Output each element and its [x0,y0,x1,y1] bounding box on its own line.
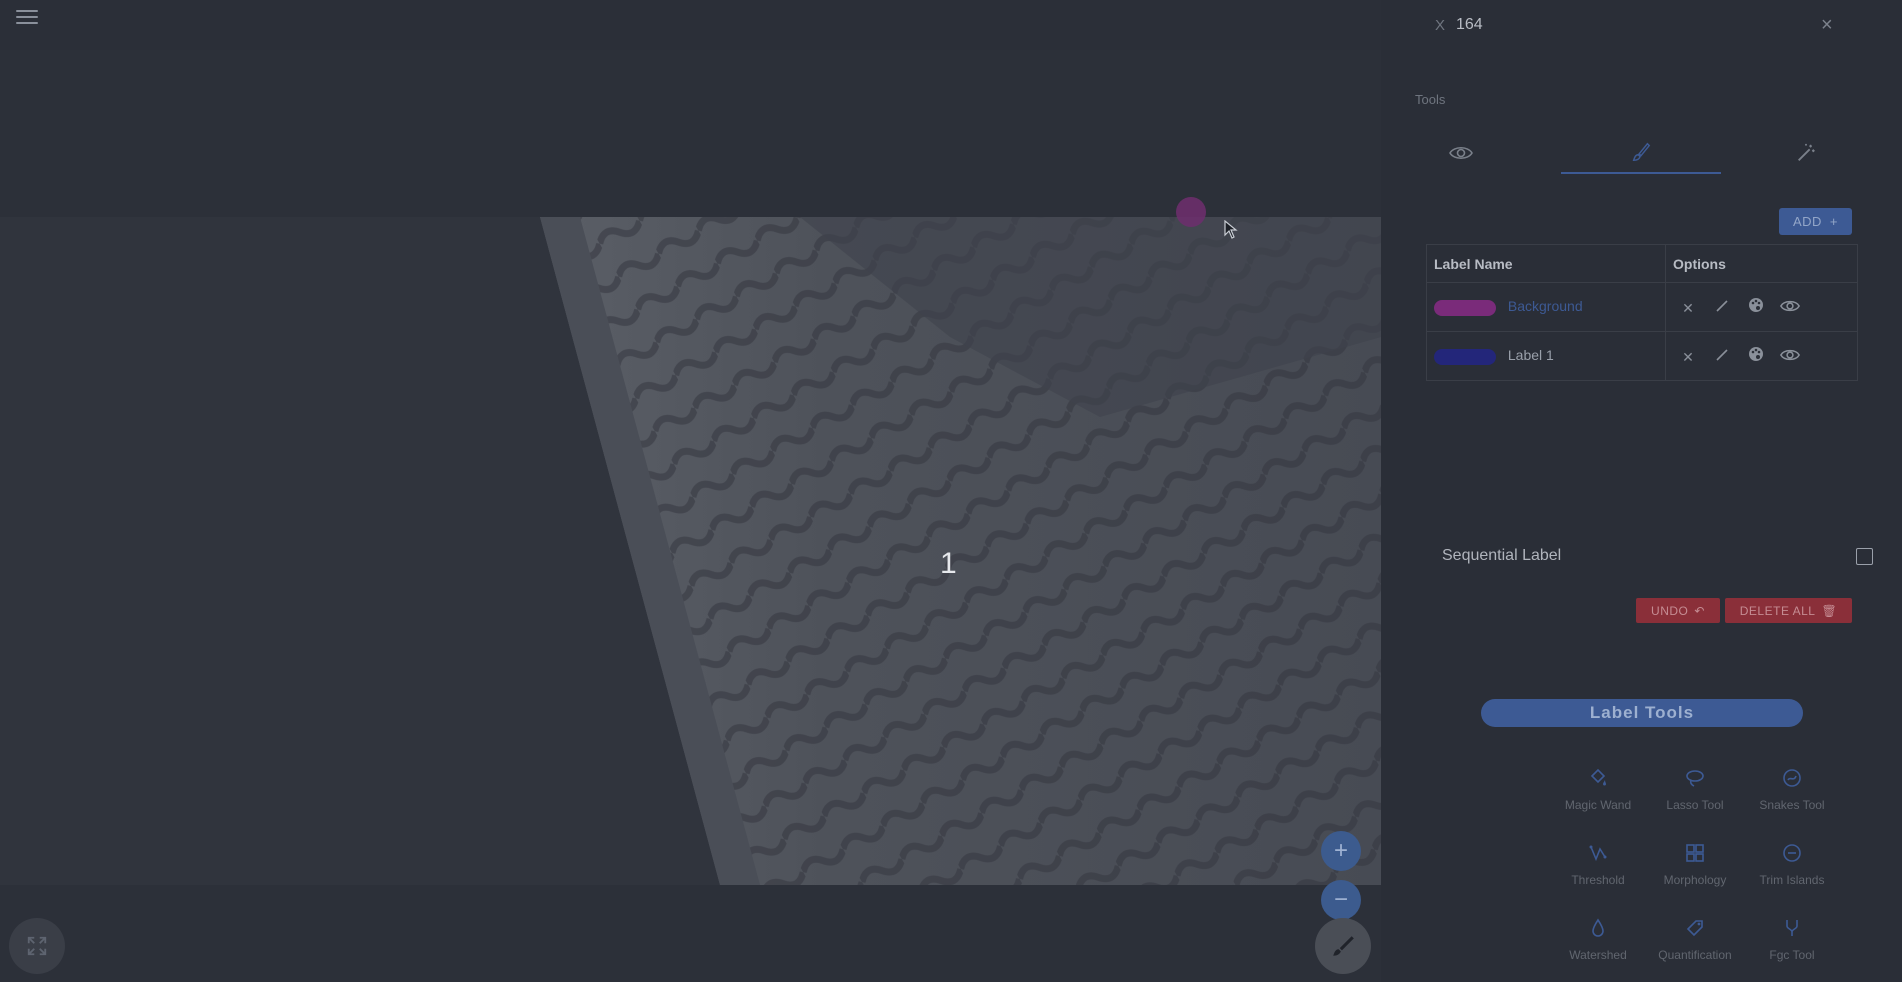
add-label-text: ADD [1792,214,1822,229]
minus-icon: − [1333,886,1348,913]
tab-magic[interactable] [1726,132,1886,174]
image-texture [0,217,1381,885]
zoom-in-button[interactable]: + [1321,831,1361,871]
hamburger-icon[interactable] [16,10,38,24]
table-row[interactable]: Label 1 ✕ [1426,331,1858,381]
tool-snakes[interactable]: Snakes Tool [1742,765,1842,812]
tool-fgc[interactable]: Fgc Tool [1742,915,1842,962]
tool-watershed[interactable]: Watershed [1548,915,1648,962]
column-header-label-name: Label Name [1426,244,1666,283]
panel-header: X 164 × [1381,0,1902,55]
trash-icon: 🗑 [1821,603,1838,618]
label-name-cell: Background [1426,282,1666,332]
label-name-cell: Label 1 [1426,331,1666,381]
x-coordinate-label: X [1435,17,1446,34]
tools-panel: X 164 × Tools ADD + Label Name Options B… [1381,0,1902,982]
palette-icon[interactable] [1741,297,1771,313]
edit-label-icon[interactable] [1707,348,1737,362]
eye-icon [1449,146,1473,160]
palette-icon[interactable] [1741,346,1771,362]
tab-brush[interactable] [1561,132,1721,174]
x-coordinate-value: 164 [1456,16,1483,33]
tool-threshold[interactable]: Threshold [1548,840,1648,887]
delete-label-icon[interactable]: ✕ [1673,349,1703,366]
undo-text: UNDO [1651,603,1689,618]
labels-table: Label Name Options Background ✕ Label 1 … [1426,244,1858,381]
tool-morphology[interactable]: Morphology [1645,840,1745,887]
threshold-icon [1548,840,1648,866]
add-label-button[interactable]: ADD + [1779,208,1852,235]
sequential-label-checkbox[interactable] [1856,548,1873,565]
label-options-cell: ✕ [1665,331,1858,381]
brush-icon [1632,142,1651,161]
image-viewport[interactable]: 1 [0,217,1381,885]
tab-view[interactable] [1381,132,1541,174]
delete-label-icon[interactable]: ✕ [1673,300,1703,317]
plus-icon: + [1829,214,1839,229]
canvas-area[interactable]: 1 + − [0,50,1381,982]
delete-all-text: DELETE ALL [1739,603,1816,618]
sequential-label-text: Sequential Label [1442,547,1562,564]
label-name[interactable]: Label 1 [1508,347,1554,363]
snake-icon [1742,765,1842,791]
trim-icon [1742,840,1842,866]
magic-wand-icon [1798,143,1815,161]
mouse-pointer-icon [1224,219,1238,245]
tool-label: Morphology [1663,873,1727,887]
brush-cursor [1176,197,1206,227]
tool-magic-wand[interactable]: Magic Wand [1548,765,1648,812]
morphology-icon [1645,840,1745,866]
column-header-options: Options [1665,244,1858,283]
lasso-icon [1645,765,1745,791]
label-tools-header: Label Tools [1481,699,1803,727]
tool-label: Watershed [1569,948,1627,962]
table-header-row: Label Name Options [1426,244,1858,283]
undo-button[interactable]: UNDO ↶ [1636,598,1720,623]
fork-icon [1742,915,1842,941]
tool-label: Snakes Tool [1759,798,1825,812]
label-color-swatch[interactable] [1434,299,1496,316]
delete-all-button[interactable]: DELETE ALL 🗑 [1725,598,1852,623]
tool-label: Threshold [1571,873,1625,887]
eye-icon[interactable] [1775,299,1805,313]
close-icon[interactable]: × [1821,14,1833,37]
tool-quantification[interactable]: Quantification [1645,915,1745,962]
expand-icon [27,936,47,956]
brush-icon [1333,936,1354,956]
tool-lasso[interactable]: Lasso Tool [1645,765,1745,812]
label-options-cell: ✕ [1665,282,1858,332]
undo-icon: ↶ [1694,603,1705,618]
eye-icon[interactable] [1775,348,1805,362]
tool-label: Lasso Tool [1666,798,1724,812]
fullscreen-button[interactable] [9,918,65,974]
tag-icon [1645,915,1745,941]
paint-mode-button[interactable] [1315,918,1371,974]
tool-label: Magic Wand [1564,798,1632,812]
paint-bucket-icon [1548,765,1648,791]
tool-trim-islands[interactable]: Trim Islands [1742,840,1842,887]
label-color-swatch[interactable] [1434,348,1496,365]
zoom-out-button[interactable]: − [1321,880,1361,920]
sequential-label-row: Sequential Label [1426,537,1873,573]
tool-label: Trim Islands [1759,873,1825,887]
edit-label-icon[interactable] [1707,299,1737,313]
image-index-label: 1 [940,547,957,580]
table-row[interactable]: Background ✕ [1426,282,1858,332]
tool-label: Fgc Tool [1769,948,1815,962]
plus-icon: + [1333,837,1348,864]
tool-label: Quantification [1658,948,1732,962]
label-name[interactable]: Background [1508,298,1583,314]
watershed-icon [1548,915,1648,941]
tools-title: Tools [1415,92,1446,107]
